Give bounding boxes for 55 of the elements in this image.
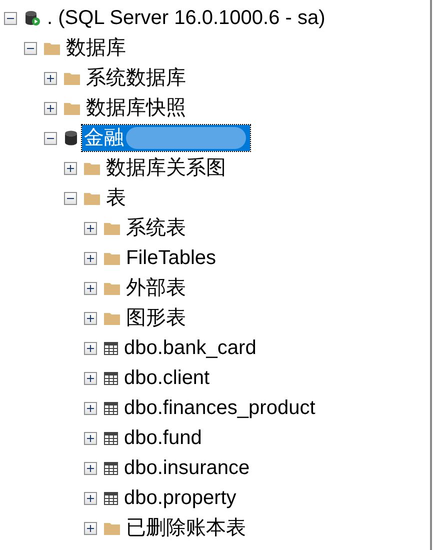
- expand-button[interactable]: [84, 432, 97, 444]
- node-label[interactable]: . (SQL Server 16.0.1000.6 - sa): [45, 5, 328, 31]
- node-label[interactable]: 外部表: [124, 275, 188, 301]
- node-label[interactable]: dbo.fund: [122, 425, 204, 451]
- server-icon: [24, 10, 41, 26]
- node-label[interactable]: dbo.finances_product: [122, 395, 318, 421]
- table-icon: [104, 342, 118, 354]
- folder-icon: [104, 252, 120, 264]
- folder-icon: [104, 222, 120, 234]
- folder-icon: [64, 102, 80, 114]
- collapse-button[interactable]: [24, 42, 37, 54]
- expand-button[interactable]: [84, 222, 97, 234]
- collapse-button[interactable]: [4, 12, 17, 24]
- table-icon: [104, 432, 118, 444]
- expand-button[interactable]: [44, 102, 57, 114]
- node-label[interactable]: dbo.bank_card: [122, 335, 258, 361]
- node-label[interactable]: 数据库快照: [84, 95, 188, 121]
- expand-button[interactable]: [44, 72, 57, 84]
- node-label[interactable]: 已删除账本表: [124, 515, 248, 541]
- selected-node[interactable]: 金融: [82, 125, 250, 151]
- database-icon: [64, 130, 78, 146]
- expand-button[interactable]: [84, 402, 97, 414]
- node-label[interactable]: 数据库关系图: [104, 155, 228, 181]
- expand-button[interactable]: [84, 342, 97, 354]
- node-label[interactable]: 数据库: [64, 35, 128, 61]
- folder-icon: [84, 192, 100, 204]
- folder-icon: [104, 282, 120, 294]
- expand-button[interactable]: [64, 162, 77, 174]
- table-icon: [104, 492, 118, 504]
- collapse-button[interactable]: [64, 192, 77, 204]
- node-label[interactable]: 图形表: [124, 305, 188, 331]
- folder-icon: [44, 42, 60, 54]
- expand-button[interactable]: [84, 282, 97, 294]
- node-label: 金融: [83, 126, 125, 151]
- node-label[interactable]: 系统数据库: [84, 65, 188, 91]
- table-icon: [104, 372, 118, 384]
- node-label[interactable]: FileTables: [124, 245, 218, 271]
- node-label[interactable]: dbo.client: [122, 365, 212, 391]
- node-label[interactable]: dbo.property: [122, 485, 238, 511]
- collapse-button[interactable]: [44, 132, 57, 144]
- node-label[interactable]: dbo.insurance: [122, 455, 252, 481]
- expand-button[interactable]: [84, 492, 97, 504]
- node-label[interactable]: 表: [104, 185, 128, 211]
- node-label[interactable]: 系统表: [124, 215, 188, 241]
- folder-icon: [64, 72, 80, 84]
- folder-icon: [104, 522, 120, 534]
- expand-button[interactable]: [84, 462, 97, 474]
- folder-icon: [104, 312, 120, 324]
- expand-button[interactable]: [84, 252, 97, 264]
- folder-icon: [84, 162, 100, 174]
- expand-button[interactable]: [84, 522, 97, 534]
- expand-button[interactable]: [84, 312, 97, 324]
- table-icon: [104, 402, 118, 414]
- table-icon: [104, 462, 118, 474]
- expand-button[interactable]: [84, 372, 97, 384]
